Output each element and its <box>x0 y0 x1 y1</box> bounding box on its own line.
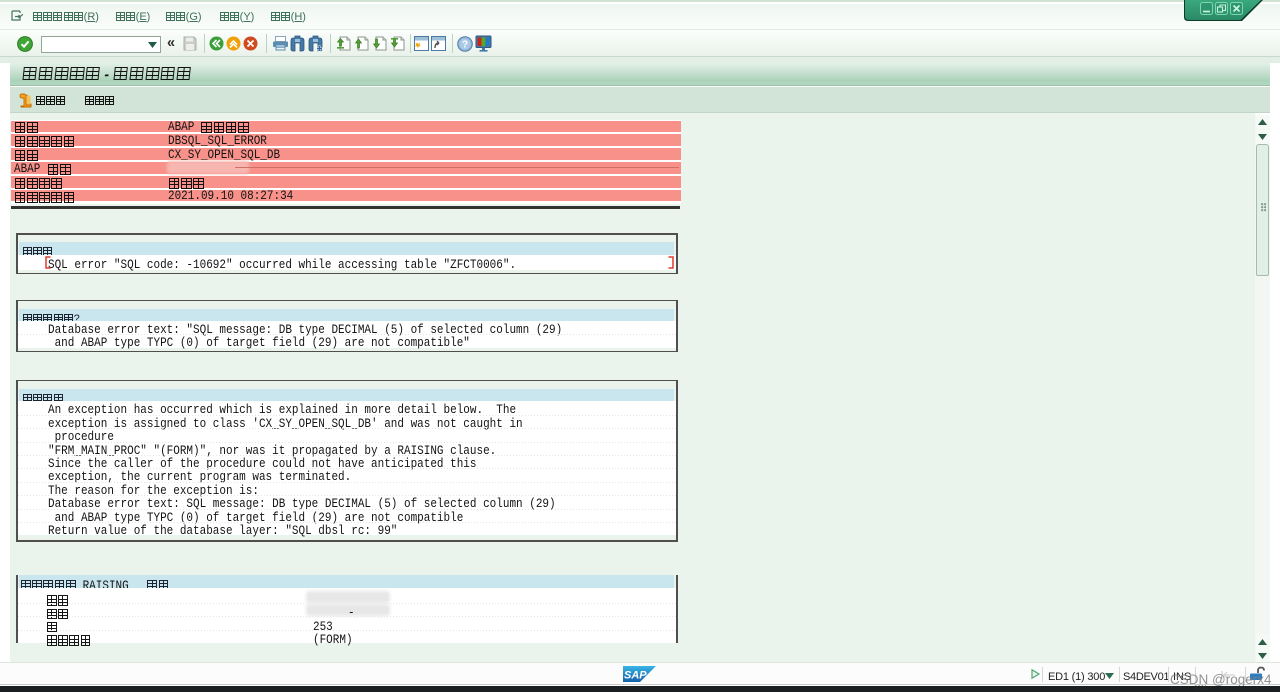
svg-text:?: ? <box>462 40 468 51</box>
svg-text:SAP: SAP <box>624 670 647 682</box>
